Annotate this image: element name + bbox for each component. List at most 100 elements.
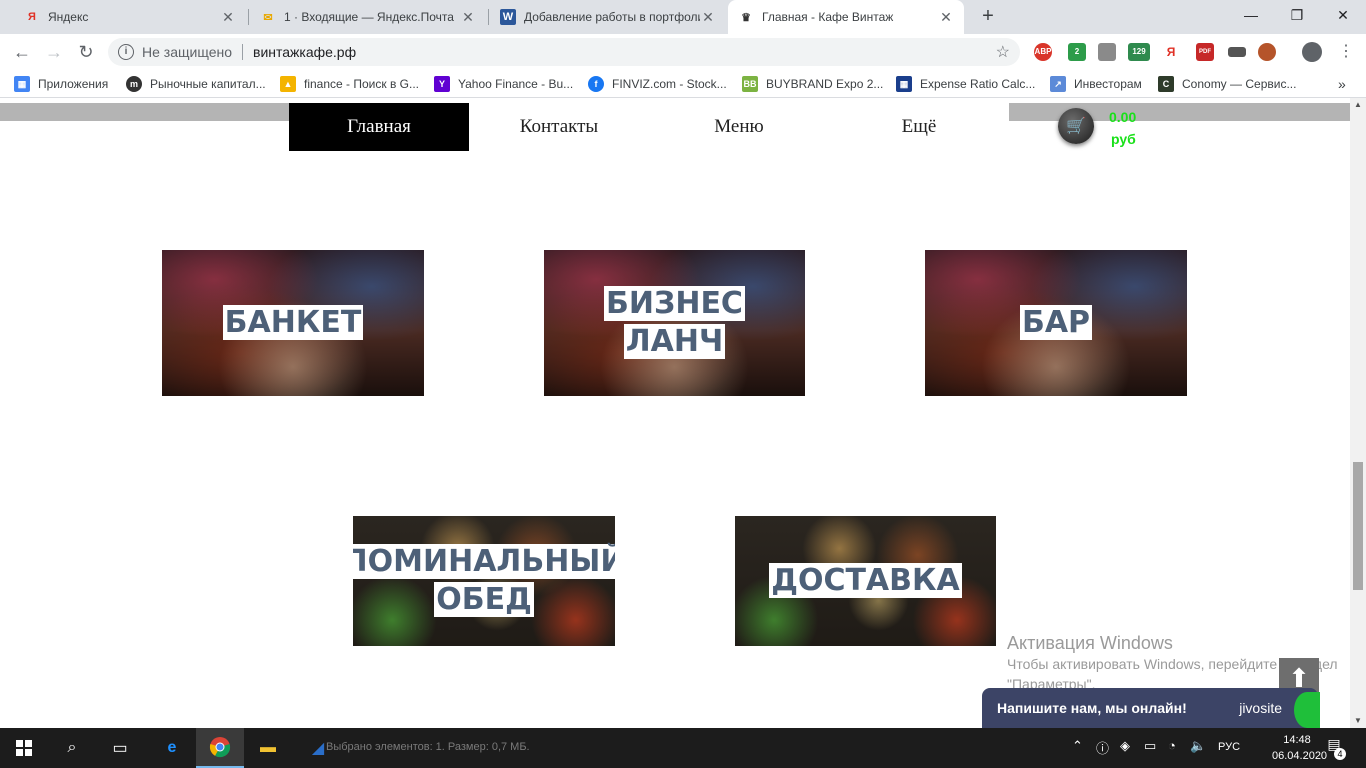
tab-yandex[interactable]: Я Яндекс ✕ — [14, 0, 246, 34]
tab-cafe-vintage[interactable]: ♛ Главная - Кафе Винтаж ✕ — [728, 0, 964, 34]
nav-item-contacts[interactable]: Контакты — [469, 103, 649, 151]
tray-chevron-icon[interactable]: ⌃ — [1072, 738, 1083, 754]
calculator-icon: ▦ — [896, 76, 912, 92]
notification-center-icon[interactable]: ▤ 4 — [1322, 736, 1346, 760]
tile-label: ДОСТАВКА — [769, 562, 962, 600]
tile-delivery[interactable]: ДОСТАВКА — [735, 516, 996, 646]
menu-kebab-icon[interactable]: ⋮ — [1334, 40, 1358, 64]
bookmark-buybrand[interactable]: BB BUYBRAND Expo 2... — [742, 76, 883, 92]
tab-title: Добавление работы в портфоли — [524, 10, 700, 24]
close-window-button[interactable]: ✕ — [1320, 0, 1366, 30]
browser-toolbar: ← → ↻ i Не защищено винтажкафе.рф ☆ ABP … — [0, 34, 1366, 70]
tile-label: БАР — [1019, 304, 1093, 342]
scroll-up-arrow-icon[interactable]: ▲ — [1350, 98, 1366, 112]
maximize-button[interactable]: ❐ — [1274, 0, 1320, 30]
bookmark-yahoo-finance[interactable]: Y Yahoo Finance - Bu... — [434, 76, 573, 92]
bookmark-conomy[interactable]: C Conomy — Сервис... — [1158, 76, 1296, 92]
search-icon[interactable]: ⌕ — [48, 728, 96, 768]
battery-icon[interactable]: ▭ — [1144, 738, 1156, 754]
yandex-icon: Я — [28, 11, 36, 23]
tab-close-icon[interactable]: ✕ — [938, 9, 954, 26]
cart-icon[interactable]: 🛒 — [1058, 108, 1094, 144]
tray-app-icon[interactable]: ◈ — [1120, 738, 1130, 754]
chrome-icon[interactable] — [196, 728, 244, 768]
file-explorer-icon[interactable]: ▬ — [244, 728, 292, 768]
windows-taskbar: ⌕ ▭ e ▬ ◢ Выбрано элементов: 1. Размер: … — [0, 728, 1366, 768]
minimize-button[interactable]: — — [1228, 0, 1274, 30]
tab-mail[interactable]: ✉ 1 · Входящие — Яндекс.Почта ✕ — [250, 0, 486, 34]
reload-icon[interactable]: ↻ — [74, 40, 98, 64]
nav-item-menu[interactable]: Меню — [649, 103, 829, 151]
back-arrow-icon[interactable]: ← — [10, 40, 34, 64]
info-icon[interactable]: i — [118, 44, 134, 60]
chef-hat-icon: ♛ — [741, 11, 751, 24]
tab-title: 1 · Входящие — Яндекс.Почта — [284, 10, 454, 24]
bookmark-label: Yahoo Finance - Bu... — [458, 77, 574, 91]
security-label: Не защищено — [142, 44, 232, 60]
chat-brand: jivosite — [1239, 700, 1282, 716]
bookmark-label: FINVIZ.com - Stock... — [612, 77, 727, 91]
tile-label: ПОМИНАЛЬНЫЙ ОБЕД — [353, 543, 615, 619]
windows-start-icon[interactable] — [0, 728, 48, 768]
forward-arrow-icon[interactable]: → — [42, 40, 66, 64]
bookmark-label: finance - Поиск в G... — [304, 77, 419, 91]
cart-amount-value: 0.00 — [1109, 109, 1137, 125]
network-icon[interactable]: ◔ — [1168, 738, 1176, 753]
yandex-ext-icon[interactable]: Я — [1162, 43, 1180, 61]
task-view-icon[interactable]: ▭ — [96, 728, 144, 768]
avatar-ext-icon[interactable] — [1258, 43, 1276, 61]
chat-widget[interactable]: Напишите нам, мы онлайн! jivosite — [982, 688, 1320, 728]
bookmark-finance-search[interactable]: ▲ finance - Поиск в G... — [280, 76, 419, 92]
tile-business-lunch[interactable]: БИЗНЕС ЛАНЧ — [544, 250, 805, 396]
notification-count: 4 — [1334, 748, 1346, 760]
bookmark-star-icon[interactable]: ☆ — [996, 42, 1010, 62]
shield-green-icon[interactable]: 2 — [1068, 43, 1086, 61]
system-clock[interactable]: 14:48 06.04.2020 — [1272, 732, 1327, 764]
bookmark-expense-ratio[interactable]: ▦ Expense Ratio Calc... — [896, 76, 1035, 92]
activation-title: Активация Windows — [1007, 633, 1173, 653]
scrollbar-thumb[interactable] — [1353, 462, 1363, 590]
tab-portfolio[interactable]: W Добавление работы в портфоли ✕ — [490, 0, 726, 34]
url-text[interactable]: винтажкафе.рф — [253, 44, 356, 60]
shield-gray-icon[interactable] — [1098, 43, 1116, 61]
tile-bar[interactable]: БАР — [925, 250, 1187, 396]
yahoo-icon: Y — [434, 76, 450, 92]
nav-item-more[interactable]: Ещё — [829, 103, 1009, 151]
tab-close-icon[interactable]: ✕ — [460, 9, 476, 26]
bookmark-label: Инвесторам — [1074, 77, 1142, 91]
bookmark-apps[interactable]: ▦ Приложения — [14, 76, 108, 92]
address-bar[interactable]: i Не защищено винтажкафе.рф ☆ — [108, 38, 1020, 66]
bookmark-investors[interactable]: ↗ Инвесторам — [1050, 76, 1142, 92]
lock-counter-icon[interactable]: 129 — [1128, 43, 1150, 61]
tab-close-icon[interactable]: ✕ — [220, 9, 236, 26]
scroll-down-arrow-icon[interactable]: ▼ — [1350, 714, 1366, 728]
volume-icon[interactable]: 🔈 — [1190, 738, 1206, 754]
tab-title: Яндекс — [48, 10, 89, 24]
tab-strip: Я Яндекс ✕ ✉ 1 · Входящие — Яндекс.Почта… — [0, 0, 1366, 34]
bookmark-finviz[interactable]: f FINVIZ.com - Stock... — [588, 76, 727, 92]
pdf-icon[interactable]: PDF — [1196, 43, 1214, 61]
word-icon: W — [500, 9, 516, 25]
cart-total[interactable]: 0.00 руб — [1109, 106, 1136, 150]
tab-separator — [248, 9, 249, 25]
language-indicator[interactable]: РУС — [1218, 741, 1240, 753]
adblock-icon[interactable]: ABP — [1034, 43, 1052, 61]
tab-close-icon[interactable]: ✕ — [700, 9, 716, 26]
bookmark-label: Conomy — Сервис... — [1182, 77, 1297, 91]
bookmark-market-cap[interactable]: m Рыночные капитал... — [126, 76, 266, 92]
clock-time: 14:48 — [1283, 734, 1311, 746]
internet-explorer-icon[interactable]: e — [148, 728, 196, 768]
explorer-status-text: Выбрано элементов: 1. Размер: 0,7 МБ. — [326, 741, 530, 753]
bookmarks-overflow-button[interactable]: » — [1338, 76, 1346, 92]
profile-icon[interactable] — [1302, 42, 1322, 62]
tray-info-icon[interactable]: ⓘ — [1096, 738, 1109, 757]
tile-label-line: ЛАНЧ — [623, 324, 726, 359]
omnibox-divider — [242, 44, 243, 60]
page-scrollbar[interactable]: ▲ ▼ — [1350, 98, 1366, 728]
tile-banquet[interactable]: БАНКЕТ — [162, 250, 424, 396]
tile-memorial-dinner[interactable]: ПОМИНАЛЬНЫЙ ОБЕД — [353, 516, 615, 646]
nav-item-home[interactable]: Главная — [289, 103, 469, 151]
bookmark-label: BUYBRAND Expo 2... — [766, 77, 884, 91]
new-tab-button[interactable]: + — [976, 5, 1000, 29]
hat-icon[interactable] — [1228, 47, 1246, 57]
